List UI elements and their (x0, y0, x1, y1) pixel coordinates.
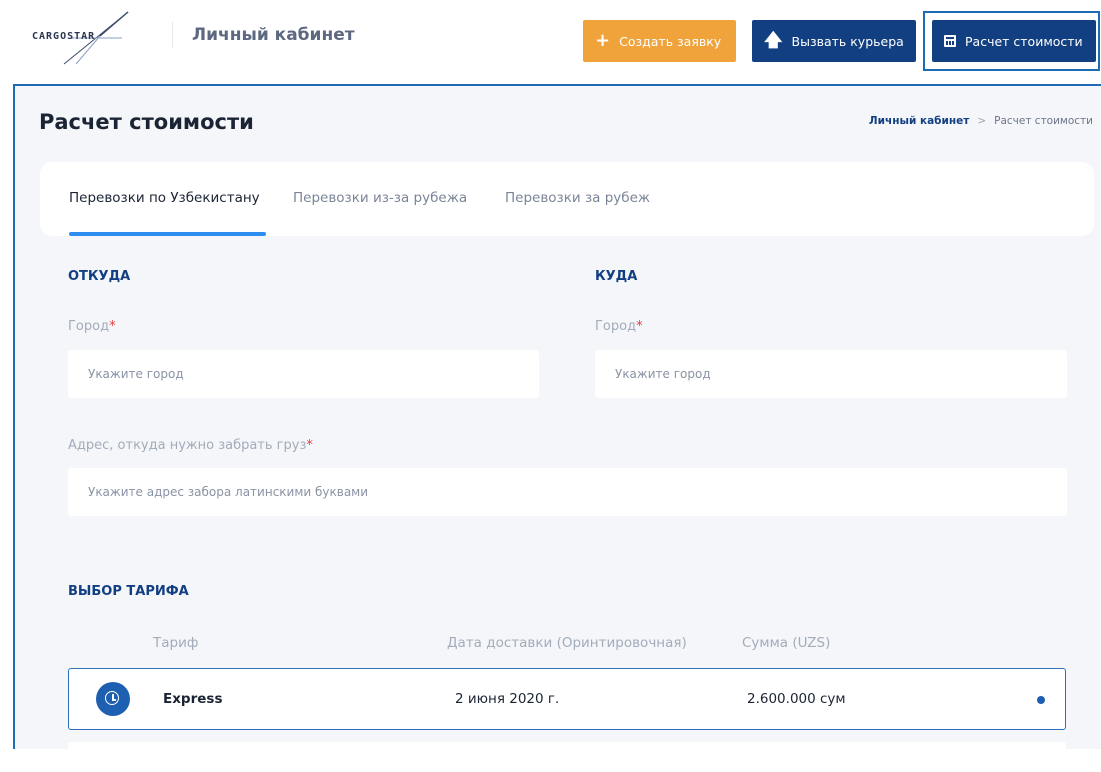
cost-calc-button[interactable]: Расчет стоимости (932, 20, 1096, 62)
tariff-row-express[interactable]: Express 2 июня 2020 г. 2.600.000 сум (68, 668, 1066, 730)
top-header: CARGOSTAR Личный кабинет + Создать заявк… (0, 0, 1101, 84)
active-tab-indicator (69, 232, 266, 236)
required-mark: * (636, 319, 643, 334)
required-mark: * (306, 438, 313, 453)
breadcrumb-home[interactable]: Личный кабинет (869, 115, 969, 127)
page-title: Расчет стоимости (39, 110, 254, 134)
create-request-label: Создать заявку (619, 33, 722, 49)
plus-icon: + (595, 30, 611, 51)
tab-abroad[interactable]: Перевозки за рубеж (505, 190, 650, 206)
tariff-name: Express (163, 691, 223, 707)
breadcrumb: Личный кабинет > Расчет стоимости (869, 115, 1093, 127)
to-city-input[interactable] (595, 350, 1067, 398)
tariff-selected-radio[interactable] (1037, 696, 1045, 704)
column-header-tariff: Тариф (153, 635, 199, 651)
create-request-button[interactable]: + Создать заявку (583, 20, 736, 62)
main-panel: Расчет стоимости Личный кабинет > Расчет… (13, 84, 1101, 772)
from-city-label-text: Город (68, 319, 110, 334)
calculator-icon (944, 35, 956, 47)
tab-from-abroad[interactable]: Перевозки из-за рубежа (293, 190, 467, 206)
tariff-row-next[interactable] (68, 742, 1066, 772)
to-city-label: Город* (595, 319, 643, 334)
breadcrumb-separator: > (977, 115, 987, 127)
from-section-title: ОТКУДА (68, 269, 131, 284)
header-divider (172, 22, 173, 48)
pickup-address-label-text: Адрес, откуда нужно забрать груз (68, 438, 307, 453)
to-section-title: КУДА (595, 269, 638, 284)
arrow-up-icon: 🡅 (764, 30, 783, 51)
column-header-sum: Сумма (UZS) (742, 635, 831, 651)
pickup-address-label: Адрес, откуда нужно забрать груз* (68, 438, 313, 453)
tariff-delivery-date: 2 июня 2020 г. (455, 691, 560, 707)
from-city-label: Город* (68, 319, 116, 334)
logo-text: CARGOSTAR (32, 31, 96, 42)
call-courier-button[interactable]: 🡅 Вызвать курьера (752, 20, 916, 62)
cabinet-title[interactable]: Личный кабинет (192, 25, 355, 45)
tab-uzbekistan[interactable]: Перевозки по Узбекистану (69, 190, 260, 206)
cost-calc-label: Расчет стоимости (965, 33, 1083, 49)
required-mark: * (109, 319, 116, 334)
cargostar-logo[interactable]: CARGOSTAR (30, 8, 160, 68)
call-courier-label: Вызвать курьера (791, 33, 904, 49)
pickup-address-input[interactable] (68, 468, 1067, 516)
tariff-price: 2.600.000 сум (747, 691, 846, 707)
breadcrumb-current: Расчет стоимости (994, 115, 1093, 127)
to-city-label-text: Город (595, 319, 637, 334)
column-header-delivery-date: Дата доставки (Оринтировочная) (447, 635, 687, 651)
tariff-section-title: ВЫБОР ТАРИФА (68, 584, 189, 599)
from-city-input[interactable] (68, 350, 539, 398)
tabs-bar: Перевозки по Узбекистану Перевозки из-за… (40, 162, 1094, 236)
clock-icon (96, 682, 130, 716)
